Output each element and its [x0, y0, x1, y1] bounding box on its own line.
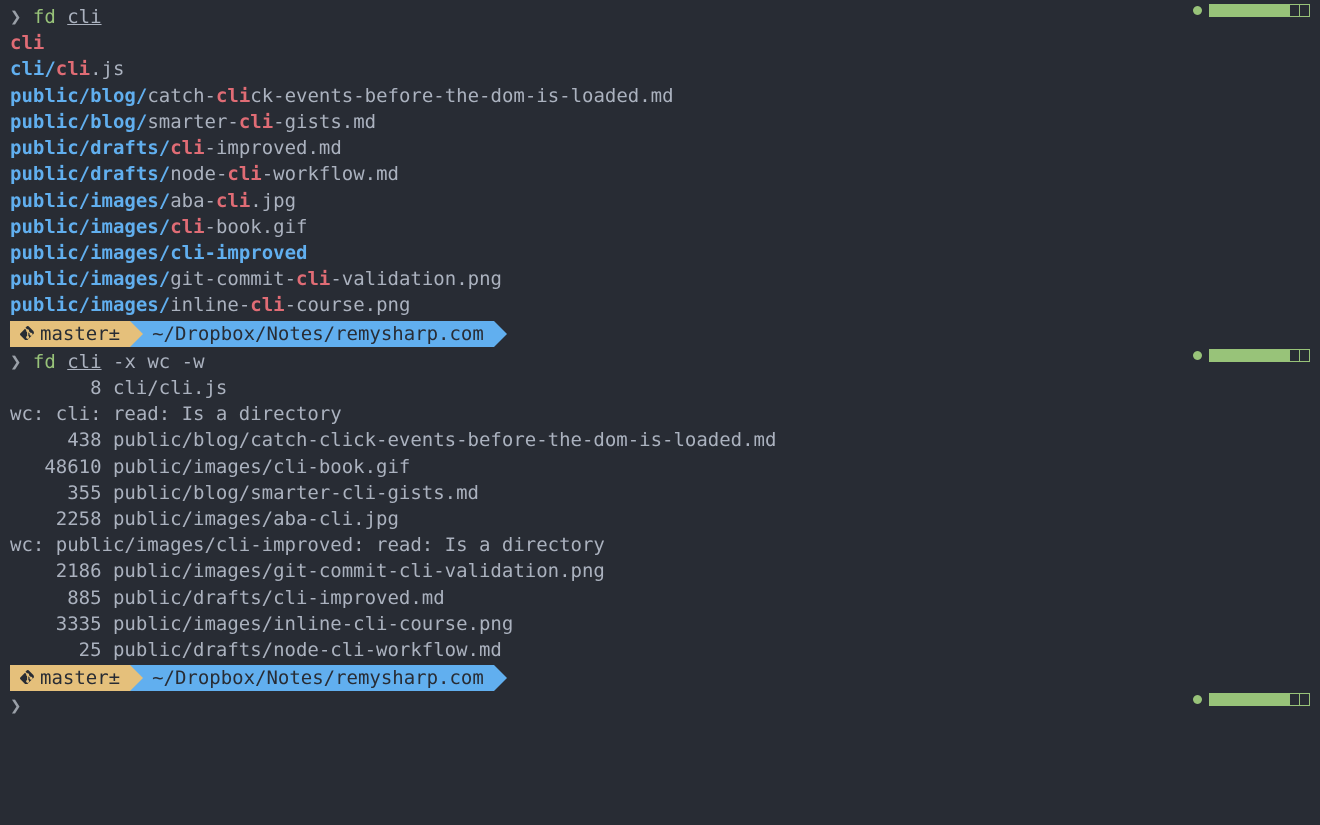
cwd-segment: ~/Dropbox/Notes/remysharp.com — [130, 665, 494, 691]
command-flags: -x wc -w — [102, 351, 205, 373]
status-blocks — [1210, 4, 1310, 17]
prompt-chevron-icon: ❯ — [10, 695, 21, 717]
git-branch-icon — [20, 665, 34, 691]
command-arg: cli — [67, 351, 101, 373]
wc-output-line: 355 public/blog/smarter-cli-gists.md — [10, 480, 1310, 506]
right-status-indicator — [1193, 349, 1310, 362]
fd-result-line: public/images/cli-book.gif — [10, 214, 1310, 240]
git-branch-icon — [20, 321, 34, 347]
wc-output-line: 3335 public/images/inline-cli-course.png — [10, 611, 1310, 637]
prompt-chevron-icon: ❯ — [10, 351, 33, 373]
fd-result-line: cli — [10, 30, 1310, 56]
command-line[interactable]: ❯ fd cli — [10, 4, 1310, 30]
wc-output-line: 2186 public/images/git-commit-cli-valida… — [10, 558, 1310, 584]
fd-result-line: public/blog/smarter-cli-gists.md — [10, 109, 1310, 135]
command-line[interactable]: ❯ fd cli -x wc -w — [10, 349, 1310, 375]
powerline-prompt: master± ~/Dropbox/Notes/remysharp.com — [10, 665, 1310, 691]
wc-output-line: 885 public/drafts/cli-improved.md — [10, 585, 1310, 611]
prompt-chevron-icon: ❯ — [10, 6, 33, 28]
wc-output-line: 8 cli/cli.js — [10, 375, 1310, 401]
fd-result-line: public/images/git-commit-cli-validation.… — [10, 266, 1310, 292]
fd-result-line: public/drafts/cli-improved.md — [10, 135, 1310, 161]
wc-output-line: wc: cli: read: Is a directory — [10, 401, 1310, 427]
git-branch-segment: master± — [10, 665, 130, 691]
fd-result-line: public/blog/catch-click-events-before-th… — [10, 83, 1310, 109]
terminal-output: ❯ fd cliclicli/cli.jspublic/blog/catch-c… — [10, 4, 1310, 719]
wc-output-line: wc: public/images/cli-improved: read: Is… — [10, 532, 1310, 558]
cwd-segment: ~/Dropbox/Notes/remysharp.com — [130, 321, 494, 347]
git-branch-label: master± — [40, 321, 120, 347]
wc-output-line: 48610 public/images/cli-book.gif — [10, 454, 1310, 480]
powerline-prompt: master± ~/Dropbox/Notes/remysharp.com — [10, 321, 1310, 347]
status-dot — [1193, 351, 1202, 360]
right-status-indicator — [1193, 4, 1310, 17]
wc-output-line: 2258 public/images/aba-cli.jpg — [10, 506, 1310, 532]
wc-output-line: 438 public/blog/catch-click-events-befor… — [10, 427, 1310, 453]
cwd-label: ~/Dropbox/Notes/remysharp.com — [152, 321, 484, 347]
cwd-label: ~/Dropbox/Notes/remysharp.com — [152, 665, 484, 691]
wc-output-line: 25 public/drafts/node-cli-workflow.md — [10, 637, 1310, 663]
git-branch-label: master± — [40, 665, 120, 691]
fd-result-line: public/images/aba-cli.jpg — [10, 188, 1310, 214]
status-dot — [1193, 6, 1202, 15]
status-blocks — [1210, 349, 1310, 362]
command-arg: cli — [67, 6, 101, 28]
fd-result-line: public/images/cli-improved — [10, 240, 1310, 266]
command-line[interactable]: ❯ — [10, 693, 1310, 719]
status-dot — [1193, 695, 1202, 704]
status-blocks — [1210, 693, 1310, 706]
fd-result-line: public/drafts/node-cli-workflow.md — [10, 161, 1310, 187]
git-branch-segment: master± — [10, 321, 130, 347]
command-executable: fd — [33, 6, 56, 28]
fd-result-line: cli/cli.js — [10, 56, 1310, 82]
right-status-indicator — [1193, 693, 1310, 706]
command-executable: fd — [33, 351, 56, 373]
fd-result-line: public/images/inline-cli-course.png — [10, 292, 1310, 318]
